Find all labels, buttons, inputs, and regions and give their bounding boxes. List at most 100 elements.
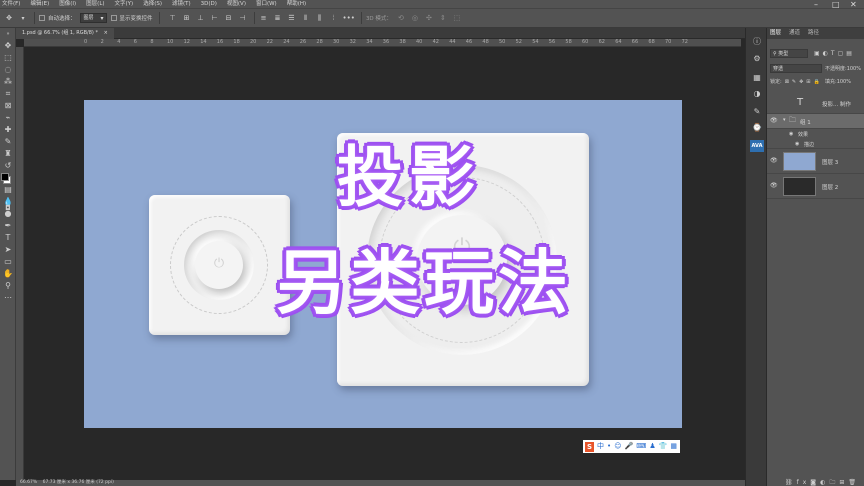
distribute-right-icon[interactable]: ⦙: [329, 12, 339, 24]
lock-icons[interactable]: ⊠✎✥⊞🔒: [785, 79, 823, 85]
quick-select-tool-icon[interactable]: ⁂: [3, 77, 13, 87]
eyedropper-tool-icon[interactable]: ⌁: [3, 113, 13, 123]
fx-icon[interactable]: fx: [797, 479, 811, 486]
layer-row-pixel[interactable]: 👁 图层 3: [767, 149, 864, 174]
dot-icon[interactable]: •: [607, 440, 611, 453]
show-transform-checkbox[interactable]: 显示变换控件: [110, 12, 153, 24]
effect-eye-icon[interactable]: ◉: [795, 141, 799, 147]
pan-3d-icon[interactable]: ✣: [424, 12, 434, 24]
slide-3d-icon[interactable]: ⇕: [438, 12, 448, 24]
gradient-tool-icon[interactable]: ▤: [3, 185, 13, 195]
menu-help[interactable]: 帮助(H): [287, 0, 306, 8]
ava-plugin-icon[interactable]: AVA: [750, 140, 764, 152]
align-bottom-icon[interactable]: ⊥: [196, 12, 206, 24]
layer-effect-stroke-row[interactable]: ◉ 描边: [767, 139, 864, 149]
fill-value[interactable]: 100%: [837, 79, 851, 85]
marquee-tool-icon[interactable]: ⬚: [3, 53, 13, 63]
shirt-icon[interactable]: 👕: [659, 440, 668, 453]
tool-preset-icon[interactable]: ▾: [18, 12, 28, 24]
distribute-top-icon[interactable]: ≡: [259, 12, 269, 24]
menu-file[interactable]: 文件(F): [2, 0, 20, 8]
layer-row-pixel[interactable]: 👁 图层 2: [767, 174, 864, 199]
add-mask-icon[interactable]: ◙: [810, 479, 820, 486]
swatches-icon[interactable]: ▦: [750, 72, 764, 84]
align-top-icon[interactable]: ⊤: [168, 12, 178, 24]
ime-mode[interactable]: 中: [597, 440, 604, 453]
distribute-bottom-icon[interactable]: ☰: [287, 12, 297, 24]
roll-3d-icon[interactable]: ◎: [410, 12, 420, 24]
layer-filter-dropdown[interactable]: ⚲ 类型: [770, 49, 808, 58]
align-right-icon[interactable]: ⊣: [238, 12, 248, 24]
grid-icon[interactable]: ▦: [670, 440, 677, 453]
distribute-vcenter-icon[interactable]: ≣: [273, 12, 283, 24]
delete-layer-icon[interactable]: 🗑: [848, 479, 860, 486]
stamp-tool-icon[interactable]: ♜: [3, 149, 13, 159]
ime-toolbar[interactable]: S 中 • ☺ 🎤 ⌨ ♟ 👕 ▦: [583, 440, 680, 453]
expand-arrow-icon[interactable]: ▾: [783, 117, 786, 123]
healing-brush-tool-icon[interactable]: ✚: [3, 125, 13, 135]
filter-text-icon[interactable]: T: [831, 50, 838, 57]
history-icon[interactable]: ⌚: [750, 122, 764, 134]
foreground-color-swatch[interactable]: [1, 173, 9, 181]
close-tab-icon[interactable]: ×: [104, 30, 108, 36]
hand-tool-icon[interactable]: ✋: [3, 269, 13, 279]
layer-row-group[interactable]: 👁 ▾ 🗀 组 1: [767, 114, 864, 129]
menu-type[interactable]: 文字(Y): [115, 0, 134, 8]
move-tool-icon[interactable]: ✥: [4, 12, 14, 24]
auto-select-checkbox[interactable]: 自动选择：: [39, 12, 76, 24]
layer-effects-row[interactable]: ◉ 效果: [767, 129, 864, 139]
effects-eye-icon[interactable]: ◉: [789, 131, 793, 137]
mic-icon[interactable]: 🎤: [625, 440, 634, 453]
type-tool-icon[interactable]: T: [3, 233, 13, 243]
properties-icon[interactable]: ⚙: [750, 53, 764, 65]
opacity-value[interactable]: 100%: [847, 66, 861, 72]
brush-tool-icon[interactable]: ✎: [3, 137, 13, 147]
edit-toolbar-icon[interactable]: ⋯: [3, 293, 13, 303]
document-canvas[interactable]: ⏻ ⏻ 投影 另类玩法: [84, 100, 682, 428]
visibility-eye-icon[interactable]: 👁: [770, 182, 778, 189]
align-hcenter-icon[interactable]: ⊟: [224, 12, 234, 24]
tab-channels[interactable]: 通道: [789, 28, 800, 39]
emoji-icon[interactable]: ☺: [614, 440, 621, 453]
lasso-tool-icon[interactable]: ◌: [3, 65, 13, 75]
align-vcenter-icon[interactable]: ⊞: [182, 12, 192, 24]
menu-select[interactable]: 选择(S): [143, 0, 162, 8]
keyboard-icon[interactable]: ⌨: [636, 440, 646, 453]
orbit-3d-icon[interactable]: ⟲: [396, 12, 406, 24]
filter-adjust-icon[interactable]: ◐: [823, 50, 831, 57]
zoom-tool-icon[interactable]: ⚲: [3, 281, 13, 291]
visibility-eye-icon[interactable]: 👁: [770, 157, 778, 164]
move-tool-icon[interactable]: ✥: [3, 41, 13, 51]
zoom-level[interactable]: 66.67%: [20, 480, 37, 485]
frame-tool-icon[interactable]: ⊠: [3, 101, 13, 111]
new-group-icon[interactable]: 🗀: [829, 479, 839, 486]
menu-layer[interactable]: 图层(L): [86, 0, 104, 8]
menu-image[interactable]: 图像(I): [59, 0, 76, 8]
collapse-arrows-icon[interactable]: »: [3, 29, 13, 39]
filter-smart-icon[interactable]: ▤: [846, 50, 855, 57]
shape-tool-icon[interactable]: ▭: [3, 257, 13, 267]
scale-3d-icon[interactable]: ⬚: [452, 12, 462, 24]
clothes-icon[interactable]: ♟: [649, 440, 655, 453]
more-options-icon[interactable]: •••: [343, 12, 355, 24]
visibility-eye-icon[interactable]: 👁: [770, 117, 778, 124]
quick-mask-icon[interactable]: ◘: [3, 203, 13, 213]
brush-settings-icon[interactable]: ✎: [750, 106, 764, 118]
distribute-left-icon[interactable]: ⦀: [301, 12, 311, 24]
adjustments-icon[interactable]: ◑: [750, 88, 764, 100]
menu-3d[interactable]: 3D(D): [201, 0, 217, 8]
distribute-hcenter-icon[interactable]: ⫼: [315, 12, 325, 24]
new-adjustment-icon[interactable]: ◐: [820, 479, 829, 486]
history-brush-tool-icon[interactable]: ↺: [3, 161, 13, 171]
filter-shape-icon[interactable]: ▢: [838, 50, 847, 57]
filter-pixel-icon[interactable]: ▣: [814, 50, 823, 57]
tab-layers[interactable]: 图层: [770, 28, 781, 39]
ime-logo[interactable]: S: [585, 441, 595, 452]
blend-mode-dropdown[interactable]: 穿透: [770, 64, 822, 73]
crop-tool-icon[interactable]: ⌗: [3, 89, 13, 99]
pen-tool-icon[interactable]: ✒: [3, 221, 13, 231]
layer-row-text[interactable]: T 投影... 制作: [767, 92, 864, 114]
path-select-tool-icon[interactable]: ➤: [3, 245, 13, 255]
menu-window[interactable]: 窗口(W): [256, 0, 277, 8]
menu-filter[interactable]: 滤镜(T): [172, 0, 191, 8]
